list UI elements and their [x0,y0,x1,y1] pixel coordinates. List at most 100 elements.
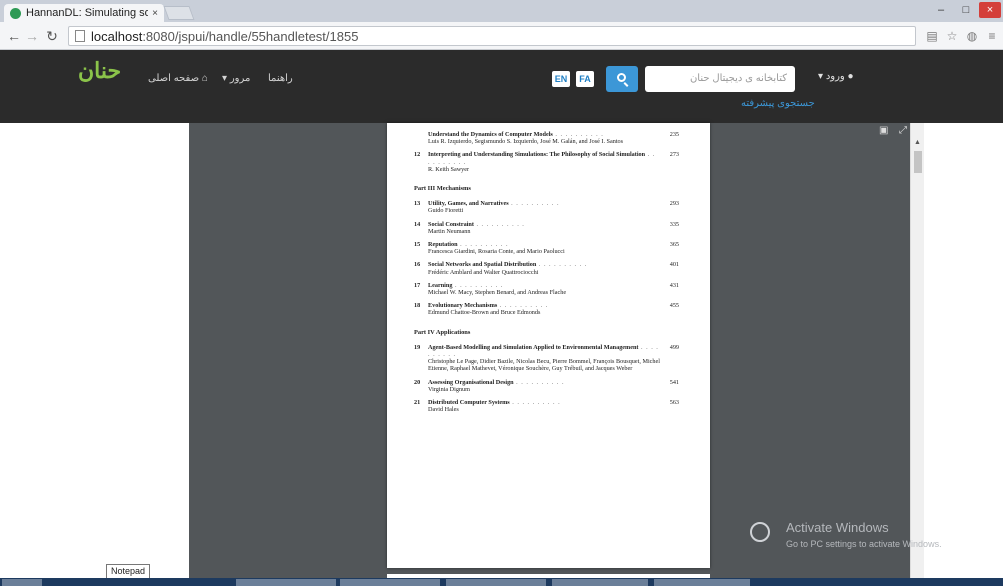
taskbar-item[interactable] [446,579,546,586]
user-icon: ● [847,71,854,82]
login-menu[interactable]: ▾ ورود ● [818,71,854,82]
taskbar-item[interactable] [654,579,750,586]
viewer-scrollbar[interactable]: ▲ [910,123,924,578]
toc-entry: Understand the Dynamics of Computer Mode… [414,131,679,145]
toc-entry-number: 12 [414,151,421,159]
toc-entry-number: 17 [414,281,421,289]
toc-entry-title: Evolutionary Mechanisms . . . . . . . . … [428,302,679,309]
search-input[interactable]: کتابخانه ی دیجیتال حنان [645,66,795,92]
nav-browse[interactable]: ▾ مرور [222,73,250,84]
menu-icon[interactable]: ≡ [984,29,1000,43]
caret-down-icon: ▾ [818,71,824,82]
forward-arrow-icon[interactable]: → [24,28,40,44]
toc-leader-dots: . . . . . . . . . . [536,261,588,269]
toc-entry-title-text: Learning [428,281,453,289]
lang-fa-button[interactable]: FA [576,71,594,87]
toc-entry-title: Social Networks and Spatial Distribution… [428,261,679,268]
globe-icon[interactable]: ◍ [964,29,980,43]
toc-entry-title: Assessing Organisational Design . . . . … [428,379,679,386]
toc-entry-title: Reputation . . . . . . . . . . [428,241,679,248]
taskbar-item[interactable] [236,579,336,586]
toc-entry-title-text: Reputation [428,241,458,249]
reload-icon[interactable]: ↻ [44,28,60,44]
site-logo[interactable]: حنان [78,58,121,84]
nav-home[interactable]: صفحه اصلی ⌂ [148,73,208,84]
page-icon [75,30,85,42]
toc-part-heading: Part IV Applications [414,328,471,336]
toc-part-heading: Part III Mechanisms [414,185,471,193]
toc-entry-authors: Luis R. Izquierdo, Segismundo S. Izquier… [428,138,624,146]
activate-windows-subtitle: Go to PC settings to activate Windows. [786,539,942,549]
toc-entry-page: 293 [669,200,679,208]
toc-entry-page: 563 [669,399,679,407]
minimize-button[interactable]: – [930,2,952,18]
toc-entry-title-text: Assessing Organisational Design [428,378,514,386]
login-label: ورود [825,71,845,82]
maximize-button[interactable]: □ [955,2,977,18]
toc-entry-authors: Christophe Le Page, Didier Bazile, Nicol… [428,358,660,373]
browser-tabstrip: HannanDL: Simulating soc × – □ × [0,0,1003,22]
lang-en-button[interactable]: EN [552,71,570,87]
tab-close-icon[interactable]: × [152,8,158,19]
address-bar[interactable]: localhost:8080/jspui/handle/55handletest… [68,26,916,46]
taskbar-item[interactable] [340,579,440,586]
nav-home-label: صفحه اصلی [148,73,200,84]
pdf-page: Understand the Dynamics of Computer Mode… [387,123,710,568]
fullscreen-icon[interactable]: ⤢ [899,125,907,136]
toc-entry-number: 14 [414,220,421,228]
new-tab-button[interactable] [163,6,195,20]
toc-entry: 14 Social Constraint . . . . . . . . . .3… [414,221,679,235]
toc-entry-page: 365 [669,241,679,249]
table-of-contents: Understand the Dynamics of Computer Mode… [414,131,679,419]
translate-icon[interactable]: ▤ [924,29,940,43]
advanced-search-link[interactable]: جستجوی پیشرفته [741,98,815,109]
back-arrow-icon[interactable]: ← [6,28,22,44]
toc-entry-number: 18 [414,302,421,310]
toc-entry-page: 235 [669,131,679,138]
toc-entry-title: Utility, Games, and Narratives . . . . .… [428,200,679,207]
toc-entry-page: 431 [669,281,679,289]
nav-help[interactable]: راهنما [268,73,293,84]
toc-entry: 18 Evolutionary Mechanisms . . . . . . . … [414,302,679,316]
toc-entry-title: Social Constraint . . . . . . . . . . [428,221,679,228]
toc-entry-authors: Virginia Dignum [428,385,470,393]
start-button[interactable] [2,579,42,586]
activate-windows-title: Activate Windows [786,520,889,535]
toc-entry-number: 21 [414,399,421,407]
toc-leader-dots: . . . . . . . . . . [452,281,504,289]
toc-entry-authors: Michael W. Macy, Stephen Benard, and And… [428,289,567,297]
toc-entry-title: Interpreting and Understanding Simulatio… [428,151,679,165]
search-icon [617,73,626,82]
toc-entry-authors: David Hales [428,406,459,414]
toc-leader-dots: . . . . . . . . . . [508,200,560,208]
browser-toolbar: ← → ↻ localhost:8080/jspui/handle/55hand… [0,22,1003,50]
taskbar-item[interactable] [552,579,648,586]
toc-entry-authors: Frédéric Amblard and Walter Quattrociocc… [428,268,539,276]
toc-entry-authors: Martin Neumann [428,227,471,235]
notepad-tooltip: Notepad [106,564,150,579]
bookmark-star-icon[interactable]: ☆ [944,29,960,43]
toc-entry-title: Understand the Dynamics of Computer Mode… [428,131,679,138]
toc-entry-page: 335 [669,220,679,228]
scrollbar-thumb[interactable] [914,151,922,173]
toc-entry-authors: Francesca Giardini, Rosaria Conte, and M… [428,248,565,256]
toc-entry-title-text: Utility, Games, and Narratives [428,200,509,208]
site-header: حنان صفحه اصلی ⌂ ▾ مرور راهنما EN FA کتا… [0,50,1003,123]
browser-tab[interactable]: HannanDL: Simulating soc × [4,4,164,22]
toc-entry: 15 Reputation . . . . . . . . . . 365 Franc… [414,241,679,255]
toc-entry-page: 499 [669,343,679,351]
window-close-button[interactable]: × [979,2,1001,18]
search-button[interactable] [606,66,638,92]
toc-entry: 17 Learning . . . . . . . . . . 431 Michael… [414,282,679,296]
toc-entry-title: Agent-Based Modelling and Simulation App… [428,344,679,358]
activation-key-icon [750,522,770,542]
toc-leader-dots: . . . . . . . . . . [509,399,561,407]
toc-entry-authors: Guido Fioretti [428,207,464,215]
toc-entry-page: 455 [669,302,679,310]
download-icon[interactable]: ▣ [879,125,888,136]
toc-entry: 19 Agent-Based Modelling and Simulation A… [414,344,679,373]
nav-browse-label: مرور [229,73,251,84]
toc-entry-title-text: Social Constraint [428,220,474,228]
scroll-up-icon[interactable]: ▲ [914,139,921,146]
toc-leader-dots: . . . . . . . . . . [552,131,604,138]
